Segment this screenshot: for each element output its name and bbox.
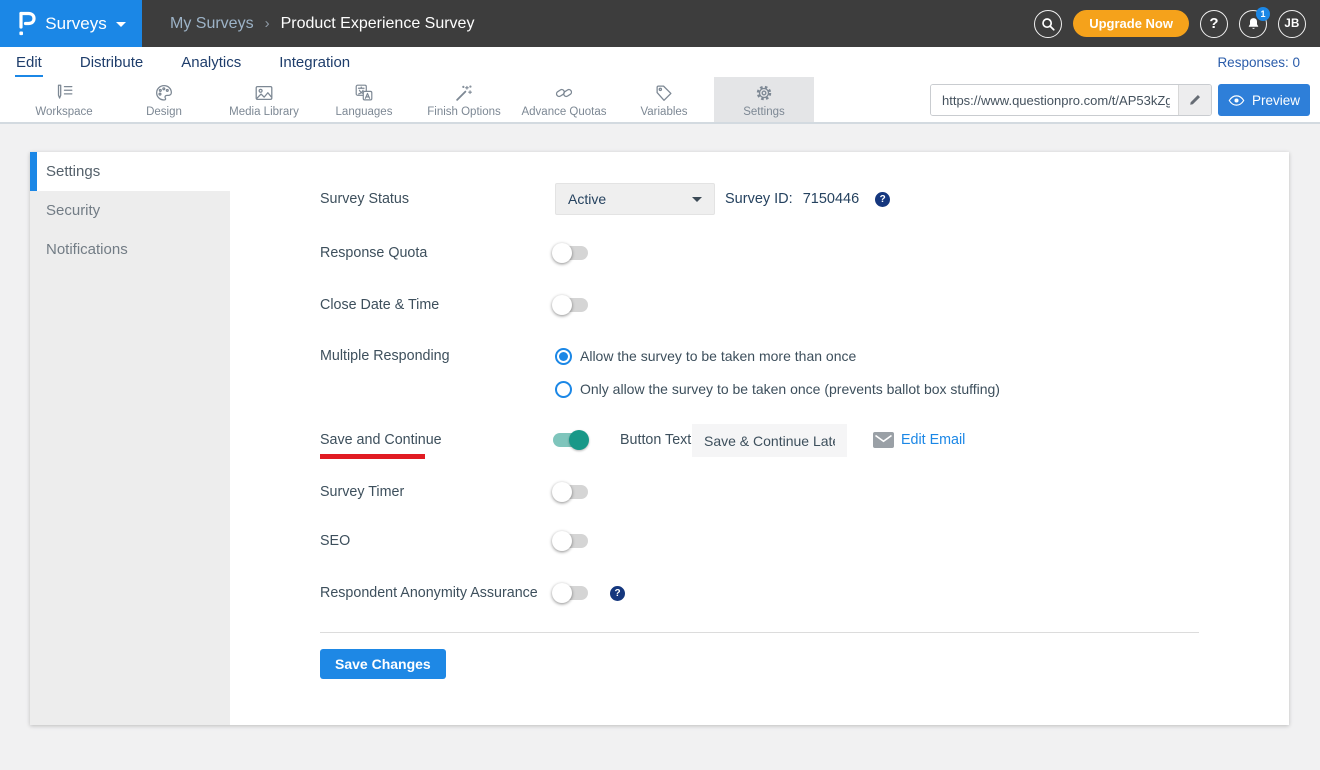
toolbar-tab-languages[interactable]: Languages [314, 77, 414, 122]
pencil-icon [1188, 93, 1202, 107]
response-quota-label: Response Quota [320, 245, 427, 261]
editor-toolbar: Workspace Design Media Library Languages [0, 77, 1320, 124]
survey-url-input[interactable] [931, 85, 1178, 115]
toolbar-tab-settings[interactable]: Settings [714, 77, 814, 122]
survey-url-group [930, 84, 1212, 116]
survey-id-value: 7150446 [803, 191, 859, 207]
radio-label-only-once: Only allow the survey to be taken once (… [580, 381, 1000, 397]
eye-icon [1228, 95, 1245, 106]
toolbar-tab-advance-quotas[interactable]: Advance Quotas [514, 77, 614, 122]
close-date-time-label: Close Date & Time [320, 297, 439, 313]
settings-card: Settings Security Notifications Survey S… [30, 152, 1289, 725]
finish-options-wand-icon [453, 82, 475, 104]
preview-button[interactable]: Preview [1218, 84, 1310, 116]
save-changes-button[interactable]: Save Changes [320, 649, 446, 679]
respondent-anonymity-toggle[interactable] [553, 586, 588, 600]
surveys-product-menu[interactable]: Surveys [0, 0, 142, 47]
languages-icon [353, 82, 375, 104]
top-header: Surveys My Surveys › Product Experience … [0, 0, 1320, 47]
breadcrumb: My Surveys › Product Experience Survey [170, 15, 474, 33]
toolbar-tab-workspace[interactable]: Workspace [14, 77, 114, 122]
notification-badge: 1 [1256, 7, 1270, 21]
media-library-icon [253, 82, 275, 104]
survey-id-row: Survey ID: 7150446 ? [725, 191, 890, 207]
toolbar-tab-media-library[interactable]: Media Library [214, 77, 314, 122]
seo-toggle[interactable] [553, 534, 588, 548]
button-text-input[interactable] [692, 424, 847, 457]
save-and-continue-highlight [320, 454, 425, 459]
responses-count: Responses: 0 [1217, 55, 1300, 77]
save-and-continue-label: Save and Continue [320, 432, 442, 448]
save-and-continue-toggle[interactable] [553, 433, 588, 447]
sidebar-item-security[interactable]: Security [30, 191, 230, 230]
multiple-responding-radio-only-once[interactable] [555, 381, 572, 398]
breadcrumb-chevron-icon: › [265, 15, 270, 32]
sidebar-item-settings[interactable]: Settings [30, 152, 230, 191]
email-icon[interactable] [873, 432, 894, 453]
survey-id-label: Survey ID: [725, 191, 793, 207]
dropdown-caret-icon [692, 197, 702, 202]
radio-label-more-than-once: Allow the survey to be taken more than o… [580, 348, 856, 364]
response-quota-toggle[interactable] [553, 246, 588, 260]
page-title: Product Experience Survey [281, 15, 475, 33]
notifications-button[interactable]: 1 [1239, 10, 1267, 38]
design-palette-icon [153, 82, 175, 104]
toolbar-tab-finish-options[interactable]: Finish Options [414, 77, 514, 122]
upgrade-now-button[interactable]: Upgrade Now [1073, 10, 1189, 37]
questionpro-logo [16, 10, 36, 37]
avatar[interactable]: JB [1278, 10, 1306, 38]
breadcrumb-my-surveys[interactable]: My Surveys [170, 15, 254, 33]
sidebar-item-notifications[interactable]: Notifications [30, 230, 230, 269]
settings-page: Settings Security Notifications Survey S… [0, 124, 1320, 770]
toolbar-tab-design[interactable]: Design [114, 77, 214, 122]
variables-tag-icon [653, 82, 675, 104]
survey-id-help-icon[interactable]: ? [875, 192, 890, 207]
tab-analytics[interactable]: Analytics [180, 50, 242, 77]
chevron-down-icon [116, 22, 126, 27]
survey-timer-label: Survey Timer [320, 484, 404, 500]
tab-edit[interactable]: Edit [15, 50, 43, 77]
form-divider [320, 632, 1199, 633]
seo-label: SEO [320, 533, 350, 549]
sidebar-background [30, 191, 230, 725]
header-actions: Upgrade Now ? 1 JB [1034, 10, 1320, 38]
button-text-label: Button Text [620, 432, 691, 448]
edit-url-button[interactable] [1178, 85, 1211, 115]
workspace-icon [53, 82, 75, 104]
toolbar-tab-variables[interactable]: Variables [614, 77, 714, 122]
multiple-responding-radio-more-than-once[interactable] [555, 348, 572, 365]
respondent-anonymity-help-icon[interactable]: ? [610, 586, 625, 601]
advance-quotas-link-icon [553, 82, 575, 104]
tab-integration[interactable]: Integration [278, 50, 351, 77]
search-button[interactable] [1034, 10, 1062, 38]
survey-status-value: Active [568, 191, 692, 207]
tab-distribute[interactable]: Distribute [79, 50, 144, 77]
survey-status-dropdown[interactable]: Active [555, 183, 715, 215]
survey-section-nav: Edit Distribute Analytics Integration Re… [0, 47, 1320, 77]
multiple-responding-label: Multiple Responding [320, 348, 450, 364]
surveys-menu-label: Surveys [45, 14, 106, 34]
help-button[interactable]: ? [1200, 10, 1228, 38]
survey-timer-toggle[interactable] [553, 485, 588, 499]
close-date-time-toggle[interactable] [553, 298, 588, 312]
edit-email-link[interactable]: Edit Email [901, 432, 965, 448]
respondent-anonymity-label: Respondent Anonymity Assurance [320, 585, 538, 601]
settings-gear-icon [753, 82, 775, 104]
help-icon: ? [1209, 15, 1218, 32]
survey-status-label: Survey Status [320, 191, 409, 207]
search-icon [1040, 16, 1056, 32]
